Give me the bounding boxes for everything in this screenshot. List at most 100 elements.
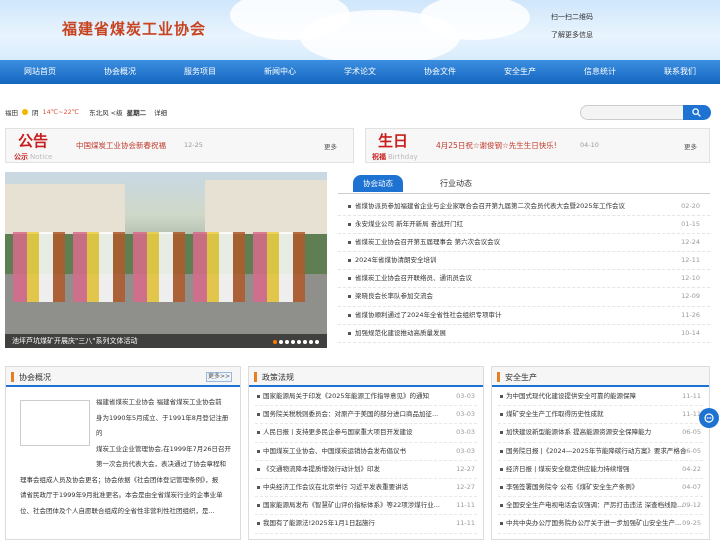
- tab-association-news[interactable]: 协会动态: [353, 175, 403, 192]
- birthday-more-link[interactable]: 更多: [684, 141, 697, 151]
- nav-news[interactable]: 新闻中心: [240, 60, 320, 84]
- item-title[interactable]: 全国安全生产电视电话会议强调：严厉打击违法 深查档线隐...: [506, 497, 683, 514]
- more-info-link[interactable]: 了解更多信息: [551, 30, 593, 40]
- notice-en: Notice: [30, 153, 53, 161]
- header-accent: [11, 372, 14, 382]
- panel-overview: 协会概况 更多>> 福建省煤炭工业协会 福建省煤炭工业协会前 身为1990年5月…: [5, 366, 241, 540]
- news-item[interactable]: 省煤炭工业协会召开第五届理事会 第六次会议会议 12-24: [338, 234, 710, 253]
- slide-dot[interactable]: [273, 340, 277, 344]
- news-item[interactable]: 省煤协顺利通过了2024年全省性社会组织专项审计 11-26: [338, 307, 710, 325]
- news-item[interactable]: 永安煤业公司 新年开新局 奋战开门红 01-15: [338, 216, 710, 235]
- item-title[interactable]: 国家能源局关于印发《2025年能源工作指导意见》的通知: [263, 388, 429, 405]
- policy-item[interactable]: 国家能源局关于印发《2025年能源工作指导意见》的通知 03-03: [255, 388, 477, 407]
- weather-city: 福田: [5, 109, 18, 117]
- sun-icon: [22, 109, 28, 115]
- safety-item[interactable]: 中共中央办公厅国务院办公厅关于进一步加强矿山安全生产... 09-25: [498, 515, 703, 534]
- item-date: 11-11: [682, 410, 701, 419]
- bullet-icon: [257, 431, 260, 435]
- item-title[interactable]: 加快建设新型能源体系 提高能源资源安全保障能力: [506, 424, 651, 441]
- slide-dot[interactable]: [291, 340, 295, 344]
- nav-home[interactable]: 网站首页: [0, 60, 80, 84]
- bullet-icon: [348, 259, 351, 263]
- weather-detail-link[interactable]: 详细: [154, 107, 167, 117]
- policy-item[interactable]: 中央经济工作会议在北京举行 习近平发表重要讲话 12-27: [255, 479, 477, 498]
- nav-papers[interactable]: 学术论文: [320, 60, 400, 84]
- policy-item[interactable]: 国家能源局发布《智慧矿山评价指标体系》等22项涉煤行业... 11-11: [255, 497, 477, 516]
- news-item[interactable]: 加强规范化建设推动高质量发展 10-14: [338, 325, 710, 343]
- item-date: 12-10: [681, 274, 700, 283]
- item-title[interactable]: 国务院日报 |《2024—2025年节能降碳行动方案》要求严格合...: [506, 443, 686, 460]
- intro-line: 福建省煤炭工业协会 福建省煤炭工业协会前: [96, 398, 222, 406]
- bullet-icon: [257, 467, 260, 471]
- slide-dot[interactable]: [279, 340, 283, 344]
- safety-item[interactable]: 经济日报 | 煤炭安全稳定供应能力持续增强 04-22: [498, 461, 703, 479]
- item-title[interactable]: 加强规范化建设推动高质量发展: [355, 325, 446, 342]
- slide-dot[interactable]: [309, 340, 313, 344]
- item-title[interactable]: 省煤炭工业协会召开联络员、通讯员会议: [355, 270, 472, 287]
- tab-industry-news[interactable]: 行业动态: [440, 178, 472, 189]
- policy-item[interactable]: 《交通物流降本提质增效行动计划》印发 12-27: [255, 461, 477, 479]
- qr-code-link[interactable]: 扫一扫二维码: [551, 12, 593, 22]
- item-date: 09-25: [682, 519, 701, 528]
- safety-item[interactable]: 为中国式现代化建设提供安全可靠的能源保障 11-11: [498, 388, 703, 407]
- nav-services[interactable]: 服务项目: [160, 60, 240, 84]
- nav-contact[interactable]: 联系我们: [640, 60, 720, 84]
- intro-line: 第一次会员代表大会，表决通过了协会章程和: [96, 460, 226, 468]
- item-title[interactable]: 人民日报丨支持更多民企参与国家重大项目开发建设: [263, 424, 413, 441]
- safety-item[interactable]: 全国安全生产电视电话会议强调：严厉打击违法 深查档线隐... 09-12: [498, 497, 703, 516]
- item-title[interactable]: 煤矿安全生产工作取得历史性成就: [506, 406, 604, 423]
- bullet-icon: [257, 485, 260, 489]
- safety-list: 为中国式现代化建设提供安全可靠的能源保障 11-11 煤矿安全生产工作取得历史性成就…: [498, 388, 703, 534]
- item-title[interactable]: 为中国式现代化建设提供安全可靠的能源保障: [506, 388, 636, 405]
- search-button[interactable]: [683, 105, 711, 120]
- site-logo-title[interactable]: 福建省煤炭工业协会: [62, 18, 206, 39]
- policy-item[interactable]: 国务院关税税则委员会：对原产于美国的部分进口商品加征... 03-03: [255, 406, 477, 425]
- slide-dot[interactable]: [297, 340, 301, 344]
- birthday-link[interactable]: 4月25日祝☆谢俊钢☆先生生日快乐!: [436, 140, 557, 151]
- news-item[interactable]: 2024年省煤协清朗安全培训 12-11: [338, 252, 710, 271]
- item-date: 12-27: [456, 464, 475, 473]
- item-title[interactable]: 永安煤业公司 新年开新局 奋战开门红: [355, 216, 463, 233]
- nav-safety[interactable]: 安全生产: [480, 60, 560, 84]
- slide-dot[interactable]: [285, 340, 289, 344]
- item-title[interactable]: 省煤协顺利通过了2024年全省性社会组织专项审计: [355, 307, 502, 324]
- news-item[interactable]: 梁晓良会长率队参加交流会 12-09: [338, 288, 710, 307]
- item-title[interactable]: 省煤协派员参加福建省企业与企业家联合会召开第九届第二次会员代表大会暨2025年工…: [355, 198, 625, 215]
- slide-dot[interactable]: [315, 340, 319, 344]
- nav-documents[interactable]: 协会文件: [400, 60, 480, 84]
- safety-item[interactable]: 李强签署国务院令 公布《煤矿安全生产条例》 04-07: [498, 479, 703, 498]
- slide-dot[interactable]: [303, 340, 307, 344]
- item-title[interactable]: 梁晓良会长率队参加交流会: [355, 288, 433, 305]
- nav-overview[interactable]: 协会概况: [80, 60, 160, 84]
- item-title[interactable]: 中国煤炭工业协会、中国煤炭运销协会发布倡议书: [263, 443, 406, 460]
- item-title[interactable]: 2024年省煤协清朗安全培训: [355, 252, 437, 269]
- item-title[interactable]: 我国有了能源法!2025年1月1日起施行: [263, 515, 375, 532]
- bullet-icon: [348, 277, 351, 281]
- policy-item[interactable]: 人民日报丨支持更多民企参与国家重大项目开发建设 03-03: [255, 424, 477, 443]
- search-input[interactable]: [580, 105, 684, 120]
- notice-bar: 公告 公示 Notice 中国煤炭工业协会新春祝福 12-25 更多: [5, 128, 354, 163]
- item-title[interactable]: 国务院关税税则委员会：对原产于美国的部分进口商品加征...: [263, 406, 438, 423]
- item-title[interactable]: 中央经济工作会议在北京举行 习近平发表重要讲话: [263, 479, 408, 496]
- nav-statistics[interactable]: 信息统计: [560, 60, 640, 84]
- search-icon: [692, 108, 701, 117]
- item-title[interactable]: 经济日报 | 煤炭安全稳定供应能力持续增强: [506, 461, 629, 478]
- item-title[interactable]: 省煤炭工业协会召开第五届理事会 第六次会议会议: [355, 234, 500, 251]
- panel-policy: 政策法规 国家能源局关于印发《2025年能源工作指导意见》的通知 03-03 国务院…: [248, 366, 484, 540]
- policy-item[interactable]: 我国有了能源法!2025年1月1日起施行 11-11: [255, 515, 477, 534]
- overview-more-button[interactable]: 更多>>: [206, 372, 232, 382]
- chat-float-button[interactable]: [699, 408, 719, 428]
- safety-item[interactable]: 加快建设新型能源体系 提高能源资源安全保障能力 06-05: [498, 424, 703, 443]
- item-title[interactable]: 李强签署国务院令 公布《煤矿安全生产条例》: [506, 479, 638, 496]
- policy-item[interactable]: 中国煤炭工业协会、中国煤炭运销协会发布倡议书 03-03: [255, 443, 477, 461]
- item-title[interactable]: 中共中央办公厅国务院办公厅关于进一步加强矿山安全生产...: [506, 515, 681, 532]
- item-title[interactable]: 国家能源局发布《智慧矿山评价指标体系》等22项涉煤行业...: [263, 497, 440, 514]
- item-title[interactable]: 《交通物流降本提质增效行动计划》印发: [263, 461, 380, 478]
- news-item[interactable]: 省煤炭工业协会召开联络员、通讯员会议 12-10: [338, 270, 710, 289]
- safety-item[interactable]: 煤矿安全生产工作取得历史性成就 11-11: [498, 406, 703, 425]
- safety-item[interactable]: 国务院日报 |《2024—2025年节能降碳行动方案》要求严格合... 06-05: [498, 443, 703, 461]
- notice-more-link[interactable]: 更多: [324, 141, 337, 151]
- notice-link[interactable]: 中国煤炭工业协会新春祝福: [76, 140, 166, 151]
- news-slideshow[interactable]: 池坪芦坑煤矿开展庆"三八"系列文体活动: [5, 172, 327, 348]
- news-item[interactable]: 省煤协派员参加福建省企业与企业家联合会召开第九届第二次会员代表大会暨2025年工…: [338, 198, 710, 217]
